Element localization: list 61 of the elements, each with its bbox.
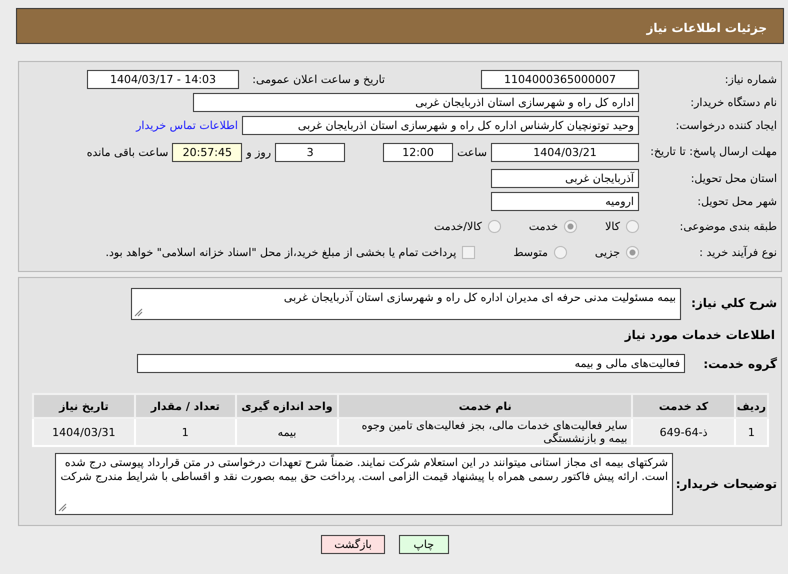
radio-icon[interactable] (554, 246, 567, 258)
field-label: نوع فرآیند خرید : (698, 246, 778, 258)
table-cell: ذ-64-649 (632, 418, 735, 446)
city-field: ارومیه (491, 192, 639, 211)
payment-checkbox[interactable] (462, 246, 476, 258)
radio-label: خدمت (528, 220, 558, 232)
field-label: ایجاد کننده درخواست: (674, 119, 778, 132)
print-button[interactable]: چاپ (398, 535, 449, 554)
field-label: شماره نیاز: (724, 73, 778, 86)
field-label: توضیحات خریدار: (674, 477, 778, 491)
section-heading: اطلاعات خدمات مورد نیاز (623, 327, 776, 344)
buyer-org-field: اداره کل راه و شهرسازی استان اذربایجان غربی (193, 93, 639, 112)
field-label: روز و (244, 146, 272, 158)
table-cell: 1 (134, 418, 236, 446)
service-group-field: فعالیت‌های مالی و بیمه (137, 354, 685, 373)
table-cell: 1404/03/31 (33, 418, 135, 446)
field-label: مهلت ارسال پاسخ: تا تاریخ: (649, 145, 778, 159)
selected-radio-icon[interactable] (626, 246, 639, 258)
announce-date-field: 1404/03/17 - 14:03 (87, 70, 239, 89)
table-cell: بیمه (236, 418, 338, 446)
field-label: شهر محل تحویل: (696, 195, 778, 208)
back-button[interactable]: بازگشت (321, 535, 385, 554)
remaining-time-field: 20:57:45 (172, 142, 242, 162)
radio-label: متوسط (513, 246, 548, 258)
requester-field: وحید توتونچیان کارشناس اداره کل راه و شهرسازی استان اذربایجان غربی (242, 116, 639, 135)
province-field: آذربایجان غربی (491, 169, 639, 188)
field-label: نام دستگاه خریدار: (689, 96, 778, 109)
field-label: ساعت باقی مانده (86, 146, 170, 158)
column-header: ردیف (734, 394, 768, 418)
field-label: طبقه بندی موضوعی: (678, 220, 778, 232)
buyer-notes-text: شرکتهای بیمه ای مجاز استانی میتوانند در این استعلام شرکت نمایند. ضمناً شرح تعهدات درخواستی در متن قرارداد پیوستی درج شده است. ارائه پیش فاکتور رسمی همراه با پیشنهاد قیمت الزامی است. پرداخت حق بیمه بصورت نقد و اقساطی با شرایط مندرج شرکت (60, 456, 668, 483)
summary-textarea[interactable]: بیمه مسئولیت مدنی حرفه ای مدیران اداره کل راه و شهرسازی استان آذربایجان غربی (131, 288, 681, 320)
column-header: کد خدمت (632, 394, 735, 418)
field-label: استان محل تحویل: (690, 172, 778, 185)
table-cell: سایر فعالیت‌های خدمات مالی، بجز فعالیت‌های تامین وجوه بیمه و بازنشستگی (338, 418, 632, 446)
selected-radio-icon[interactable] (564, 220, 578, 232)
table-cell: 1 (734, 418, 768, 446)
radio-label: جزیی (594, 246, 620, 258)
field-label: گروه خدمت: (702, 356, 778, 370)
field-label: ساعت (456, 146, 488, 158)
column-header: تعداد / مقدار (134, 394, 236, 418)
field-label: شرح کلي نیاز: (690, 295, 778, 310)
column-header: تاریخ نیاز (33, 394, 135, 418)
radio-label: کالا/خدمت (434, 220, 482, 232)
radio-icon[interactable] (488, 220, 501, 232)
checkbox-label: پرداخت تمام یا بخشی از مبلغ خرید،از محل "اسناد خزانه اسلامی" خواهد بود. (106, 246, 456, 258)
page-title-bar: جزئیات اطلاعات نیاز (16, 8, 784, 44)
resize-grip-icon[interactable] (58, 503, 67, 512)
column-header: واحد اندازه گیری (236, 394, 338, 418)
radio-label: کالا (605, 220, 620, 232)
buyer-contact-link[interactable]: اطلاعات تماس خریدار (132, 119, 242, 132)
radio-icon[interactable] (626, 220, 639, 232)
column-header: نام خدمت (338, 394, 632, 418)
deadline-date-field: 1404/03/21 (491, 142, 639, 162)
field-label: تاریخ و ساعت اعلان عمومی: (251, 73, 386, 86)
buyer-notes-textarea[interactable] (55, 453, 673, 515)
days-field: 3 (275, 142, 346, 162)
deadline-time-field: 12:00 (383, 142, 454, 162)
summary-text: بیمه مسئولیت مدنی حرفه ای مدیران اداره کل راه و شهرسازی استان آذربایجان غربی (284, 291, 676, 304)
resize-grip-icon[interactable] (134, 308, 143, 317)
need-number-field: 1104000365000007 (481, 70, 639, 89)
